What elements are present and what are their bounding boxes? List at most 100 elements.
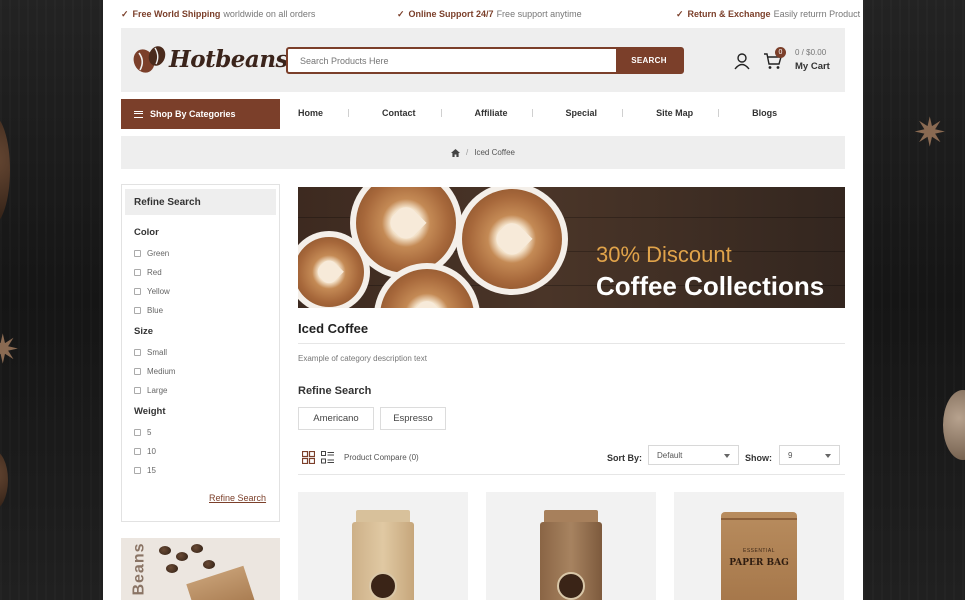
star-anise-decoration: ✷ <box>913 111 947 155</box>
check-icon: ✓ <box>397 9 405 19</box>
refine-search-link[interactable]: Refine Search <box>209 493 266 503</box>
option-label: 15 <box>147 466 156 475</box>
sort-value: Default <box>657 451 683 460</box>
checkbox[interactable] <box>134 250 141 257</box>
refine-option-espresso[interactable]: Espresso <box>380 407 446 430</box>
divider <box>298 474 845 475</box>
show-label: Show: <box>745 453 772 463</box>
categories-label: Shop By Categories <box>150 109 236 119</box>
option-label: Yellow <box>147 287 170 296</box>
filter-option-15[interactable]: 15 <box>134 466 156 475</box>
chevron-down-icon <box>825 454 831 458</box>
grid-view-icon[interactable] <box>302 451 315 464</box>
check-icon: ✓ <box>676 9 684 19</box>
coffee-bean-decoration <box>176 552 188 561</box>
user-icon[interactable] <box>733 52 751 70</box>
filter-option-10[interactable]: 10 <box>134 447 156 456</box>
checkbox[interactable] <box>134 387 141 394</box>
search-input[interactable] <box>288 49 616 72</box>
option-label: 5 <box>147 428 152 437</box>
bag-small-text: ESSENTIAL <box>742 548 775 554</box>
coffee-bean-decoration <box>166 564 178 573</box>
product-card[interactable] <box>298 492 468 600</box>
logo[interactable]: Hotbeans <box>133 42 289 76</box>
filter-option-yellow[interactable]: Yellow <box>134 287 170 296</box>
filter-option-small[interactable]: Small <box>134 348 167 357</box>
nav-item-special[interactable]: Special <box>566 108 598 118</box>
divider <box>298 343 845 344</box>
nav-item-home[interactable]: Home <box>298 108 323 118</box>
coffee-bag-image <box>186 565 256 600</box>
search-bar: SEARCH <box>286 47 684 74</box>
nav-divider <box>531 109 533 117</box>
cart-label[interactable]: My Cart <box>795 61 830 72</box>
filter-option-blue[interactable]: Blue <box>134 306 163 315</box>
option-label: Green <box>147 249 170 258</box>
checkbox[interactable] <box>134 448 141 455</box>
nav-item-contact[interactable]: Contact <box>382 108 416 118</box>
option-label: Large <box>147 386 168 395</box>
logo-text: Hotbeans <box>169 45 289 73</box>
left-background: ✷ <box>0 0 103 600</box>
breadcrumb-separator: / <box>465 148 469 157</box>
nav-divider <box>348 109 350 117</box>
product-compare-link[interactable]: Product Compare (0) <box>344 453 419 462</box>
option-label: 10 <box>147 447 156 456</box>
coffee-bean-decoration <box>191 544 203 553</box>
cart-total[interactable]: 0 / $0.00 <box>795 48 826 57</box>
filter-option-green[interactable]: Green <box>134 249 169 258</box>
option-label: Red <box>147 268 162 277</box>
refine-sidebar: Refine Search Color Green Red Yellow Blu… <box>121 184 280 522</box>
coffee-bean-decoration <box>159 546 171 555</box>
support-title: Online Support 24/7 <box>408 9 494 19</box>
checkbox[interactable] <box>134 467 141 474</box>
checkbox[interactable] <box>134 349 141 356</box>
menu-icon <box>134 110 143 118</box>
latte-cup-image <box>456 187 568 295</box>
top-info-bar: ✓ Free World Shipping worldwide on all ord… <box>103 0 863 28</box>
sort-select[interactable]: Default <box>648 445 739 465</box>
filter-option-red[interactable]: Red <box>134 268 162 277</box>
banner-discount: 30% Discount <box>596 242 732 267</box>
filter-group-size: Size <box>134 326 154 337</box>
nav-item-blogs[interactable]: Blogs <box>752 108 777 118</box>
coffee-bag-image <box>540 510 602 600</box>
home-icon[interactable] <box>450 148 460 157</box>
checkbox[interactable] <box>134 288 141 295</box>
coffee-bean-decoration <box>0 450 8 510</box>
filter-group-color: Color <box>134 227 159 238</box>
sidebar-promo-banner[interactable]: Beans <box>121 538 280 600</box>
nav-divider <box>440 109 442 117</box>
nav-divider <box>622 109 624 117</box>
product-card[interactable] <box>486 492 656 600</box>
show-select[interactable]: 9 <box>779 445 840 465</box>
checkbox[interactable] <box>134 269 141 276</box>
option-label: Medium <box>147 367 176 376</box>
chevron-down-icon <box>724 454 730 458</box>
return-info: ✓ Return & Exchange Easily returrn Product <box>676 9 860 20</box>
product-toolbar: Product Compare (0) Sort By: Default Sho… <box>298 445 845 469</box>
page: ✓ Free World Shipping worldwide on all ord… <box>103 0 863 600</box>
shop-by-categories-button[interactable]: Shop By Categories <box>121 99 280 129</box>
checkbox[interactable] <box>134 368 141 375</box>
nav-item-site-map[interactable]: Site Map <box>656 108 693 118</box>
right-background: ✷ <box>863 0 965 600</box>
checkbox[interactable] <box>134 307 141 314</box>
filter-option-5[interactable]: 5 <box>134 428 151 437</box>
checkbox[interactable] <box>134 429 141 436</box>
breadcrumb-current: Iced Coffee <box>474 148 515 157</box>
promo-banner[interactable]: 30% Discount Coffee Collections <box>298 187 845 308</box>
nav-item-affiliate[interactable]: Affiliate <box>475 108 508 118</box>
show-value: 9 <box>788 451 793 460</box>
promo-word: Beans <box>130 542 148 596</box>
filter-option-medium[interactable]: Medium <box>134 367 175 376</box>
list-view-icon[interactable] <box>321 451 334 464</box>
refine-option-americano[interactable]: Americano <box>298 407 374 430</box>
search-button[interactable]: SEARCH <box>616 49 682 72</box>
coffee-beans-logo-icon <box>133 46 166 73</box>
star-anise-decoration: ✷ <box>0 328 20 372</box>
product-card[interactable]: ESSENTIAL PAPER BAG <box>674 492 844 600</box>
filter-option-large[interactable]: Large <box>134 386 167 395</box>
option-label: Small <box>147 348 168 357</box>
filter-group-weight: Weight <box>134 406 166 417</box>
